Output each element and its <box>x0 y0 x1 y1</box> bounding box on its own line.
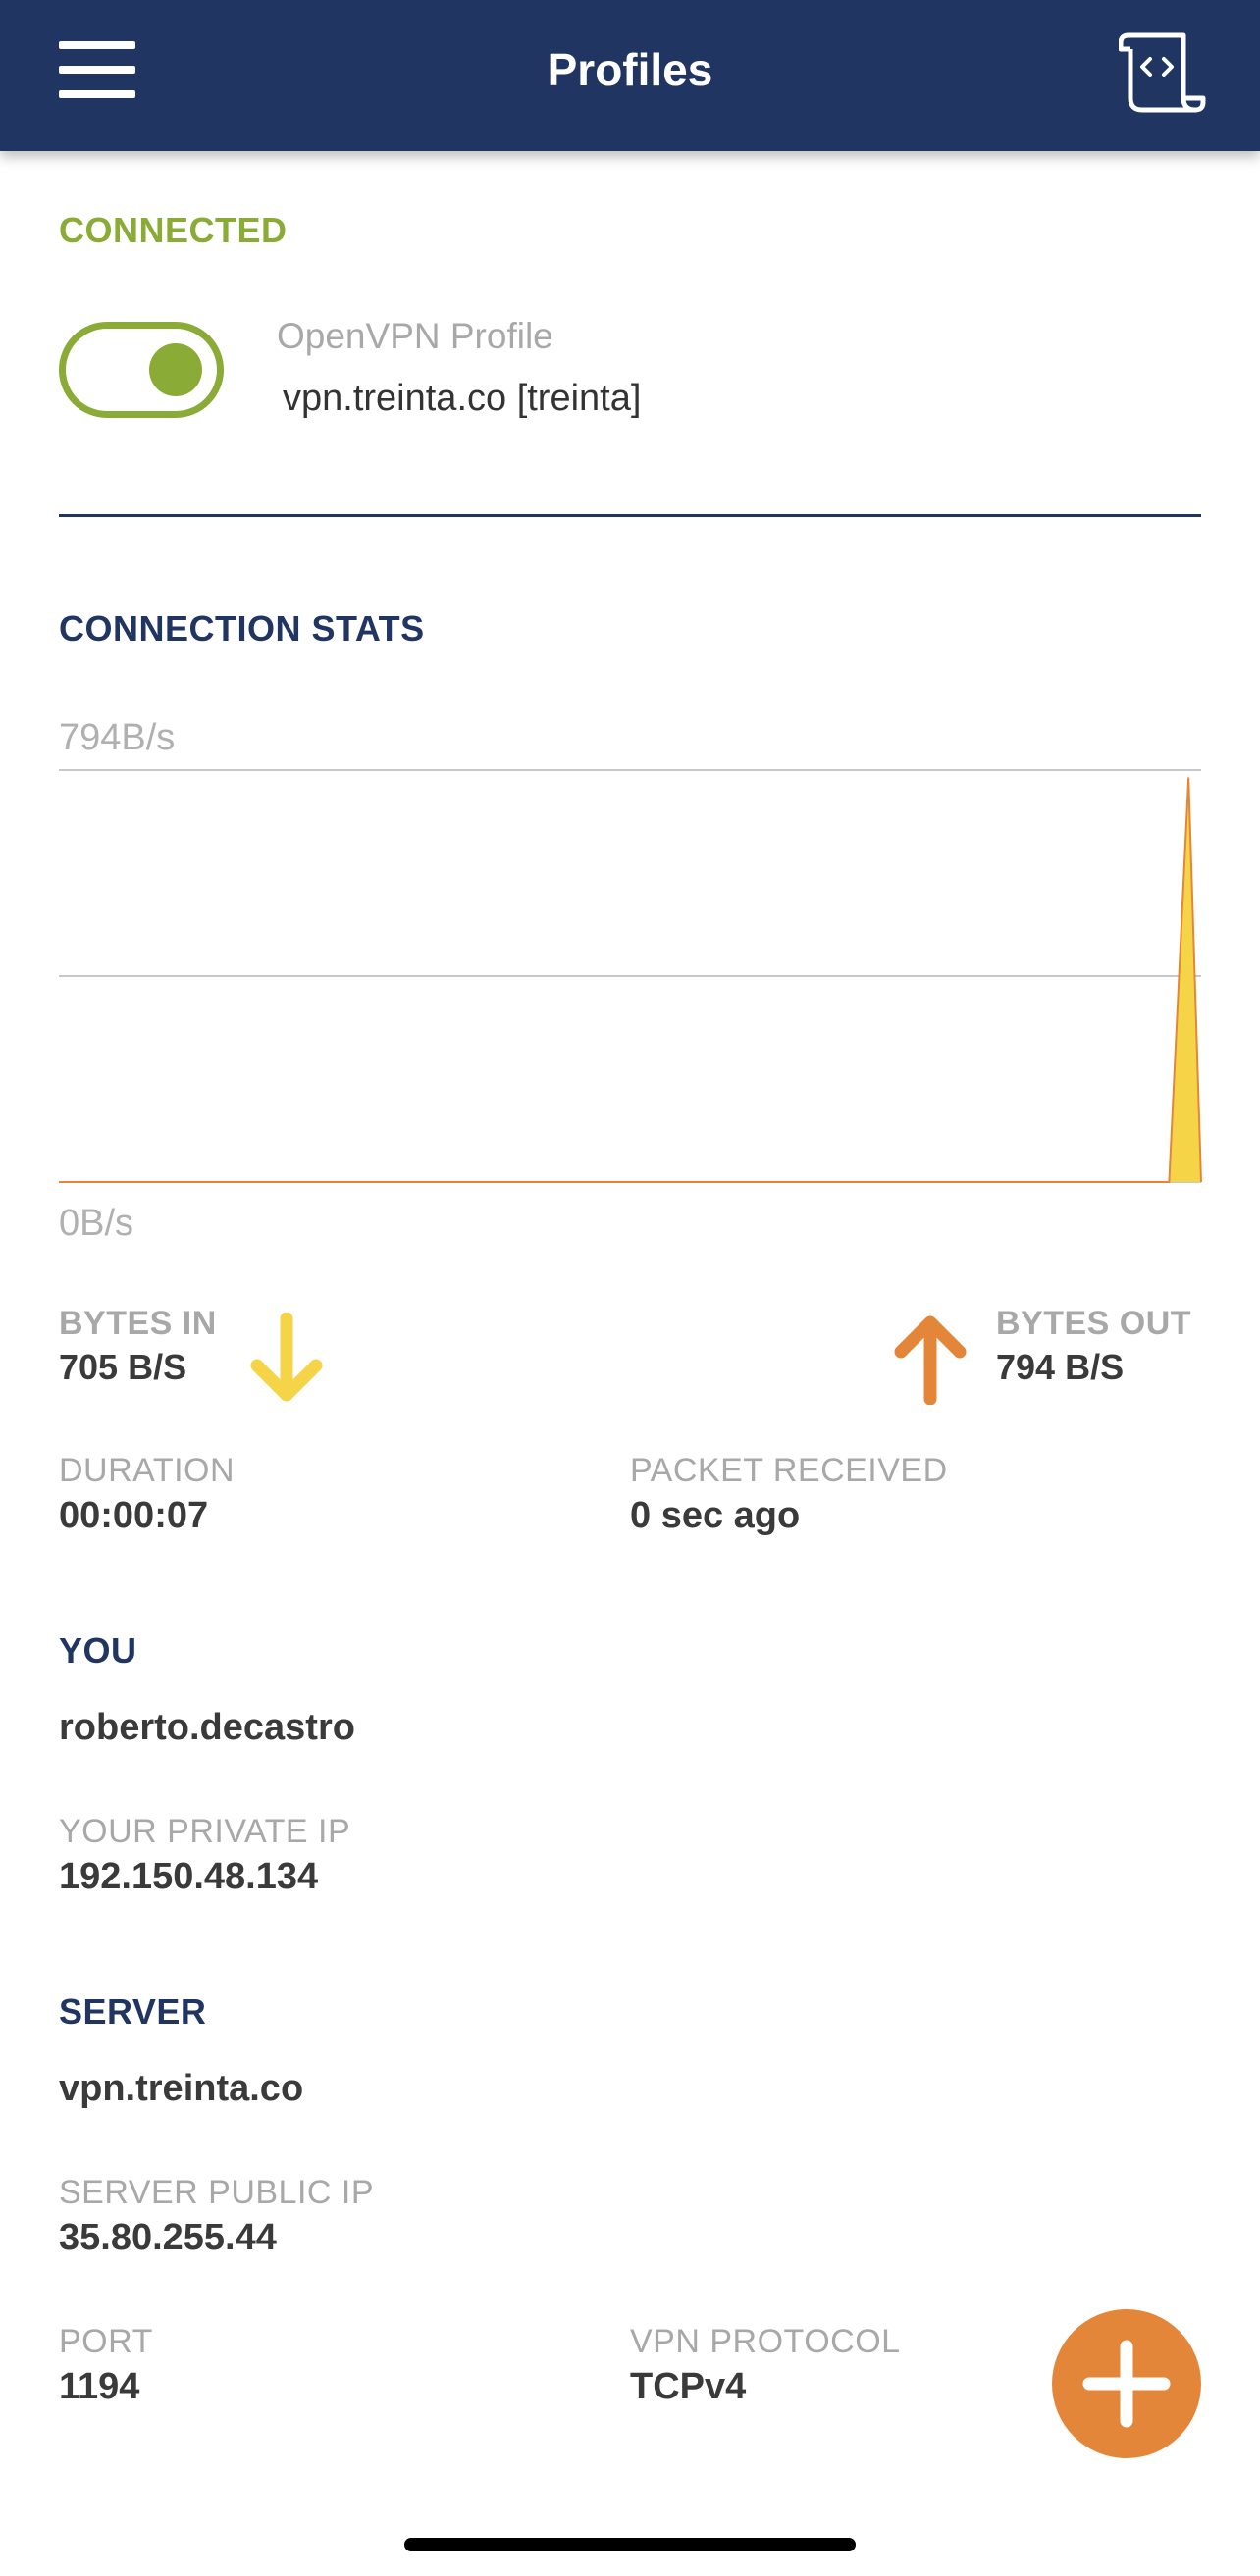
vpn-protocol-value: TCPv4 <box>630 2366 747 2407</box>
packet-received-label: PACKET RECEIVED <box>630 1452 948 1489</box>
traffic-chart <box>59 769 1202 1183</box>
traffic-area-0 <box>59 777 1201 1182</box>
port-label: PORT <box>59 2323 153 2360</box>
vpn-protocol-label: VPN PROTOCOL <box>630 2323 901 2360</box>
bytes-out-value: 794 B/S <box>996 1347 1125 1387</box>
packet-received-value: 0 sec ago <box>630 1495 801 1536</box>
page-title: Profiles <box>547 44 713 95</box>
app-header: Profiles <box>0 0 1260 151</box>
duration-value: 00:00:07 <box>59 1495 209 1536</box>
you-heading: YOU <box>59 1630 137 1671</box>
server-public-ip-value: 35.80.255.44 <box>59 2217 277 2258</box>
server-public-ip-label: SERVER PUBLIC IP <box>59 2174 375 2211</box>
log-scroll-icon[interactable] <box>1118 29 1207 118</box>
port-value: 1194 <box>59 2366 140 2407</box>
duration-label: DURATION <box>59 1452 236 1489</box>
username: roberto.decastro <box>59 1707 355 1748</box>
bytes-in-value: 705 B/S <box>59 1347 187 1387</box>
server-heading: SERVER <box>59 1991 207 2032</box>
private-ip-value: 192.150.48.134 <box>59 1856 319 1897</box>
home-indicator <box>404 2538 856 2551</box>
arrow-up-icon <box>894 1315 967 1405</box>
bytes-in-label: BYTES IN <box>59 1305 217 1342</box>
bytes-out-label: BYTES OUT <box>996 1305 1192 1342</box>
traffic-line-0 <box>59 777 1202 1183</box>
plus-icon <box>1082 2340 1171 2428</box>
server-hostname: vpn.treinta.co <box>59 2068 304 2109</box>
chart-min-label: 0B/s <box>59 1203 134 1244</box>
add-profile-button[interactable] <box>1052 2309 1201 2458</box>
private-ip-label: YOUR PRIVATE IP <box>59 1813 351 1850</box>
arrow-down-icon <box>250 1313 323 1402</box>
